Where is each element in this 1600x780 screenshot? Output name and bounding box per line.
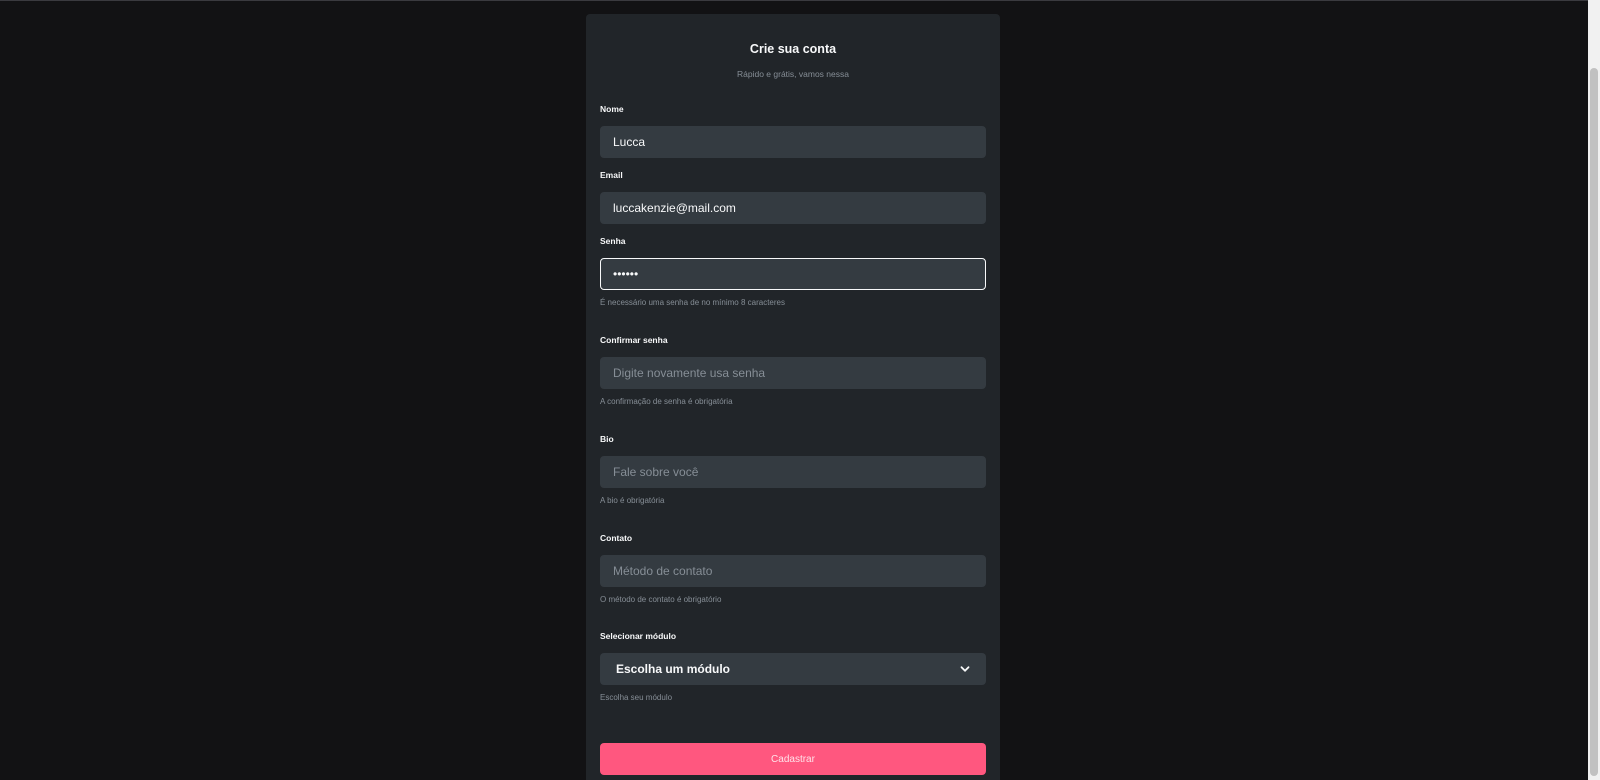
confirm-password-input[interactable] <box>600 357 986 389</box>
form-title: Crie sua conta <box>749 42 837 56</box>
contact-label: Contato <box>600 533 633 543</box>
module-select[interactable]: Escolha um módulo <box>600 653 986 685</box>
module-helper: Escolha seu módulo <box>600 693 673 702</box>
bio-label: Bio <box>600 434 614 444</box>
register-card: Crie sua conta Rápido e grátis, vamos ne… <box>586 14 1000 780</box>
module-select-value: Escolha um módulo <box>616 662 731 676</box>
password-label: Senha <box>600 236 626 246</box>
module-label: Selecionar módulo <box>600 631 677 641</box>
password-input[interactable] <box>600 258 986 290</box>
bio-input[interactable] <box>600 456 986 488</box>
confirm-password-helper: A confirmação de senha é obrigatória <box>600 397 733 406</box>
name-input[interactable] <box>600 126 986 158</box>
confirm-password-label: Confirmar senha <box>600 335 668 345</box>
email-input[interactable] <box>600 192 986 224</box>
top-divider <box>0 0 1600 1</box>
contact-helper: O método de contato é obrigatório <box>600 595 722 604</box>
email-label: Email <box>600 170 623 180</box>
name-label: Nome <box>600 104 624 114</box>
bio-helper: A bio é obrigatória <box>600 496 665 505</box>
scrollbar[interactable] <box>1588 0 1600 780</box>
contact-input[interactable] <box>600 555 986 587</box>
register-button[interactable]: Cadastrar <box>600 743 986 775</box>
password-helper: É necessário uma senha de no mínimo 8 ca… <box>600 298 785 307</box>
scrollbar-thumb[interactable] <box>1590 68 1598 776</box>
page: Crie sua conta Rápido e grátis, vamos ne… <box>0 0 1600 780</box>
form-subtitle: Rápido e grátis, vamos nessa <box>737 69 849 79</box>
chevron-down-icon <box>960 666 970 672</box>
